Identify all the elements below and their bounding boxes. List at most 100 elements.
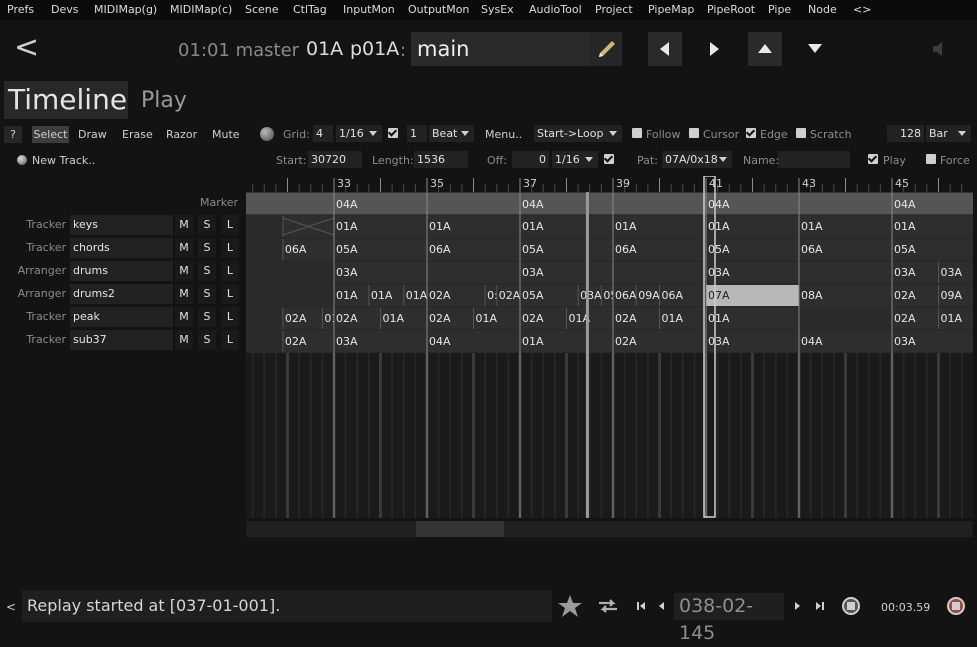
length-field[interactable]: 1536 [414, 151, 468, 168]
triangle-down-icon [808, 44, 822, 53]
track-name[interactable]: drums2 [70, 284, 173, 304]
menu-item-pipemap[interactable]: PipeMap [648, 3, 694, 16]
menu-item-ctltag[interactable]: CtlTag [293, 3, 327, 16]
beat-num-field[interactable]: 1 [407, 125, 427, 142]
track-name[interactable]: keys [70, 215, 173, 235]
stop-button-icon[interactable] [841, 596, 861, 619]
mute-button[interactable]: M [175, 307, 193, 327]
mute-button[interactable]: M [175, 215, 193, 235]
tab-timeline[interactable]: Timeline [4, 81, 128, 119]
playhead[interactable] [585, 192, 589, 518]
speaker-icon[interactable] [930, 40, 948, 61]
solo-button[interactable]: S [198, 261, 216, 281]
back-button[interactable]: < [14, 33, 39, 63]
solo-button[interactable]: S [198, 307, 216, 327]
menu-item-outputmon[interactable]: OutputMon [408, 3, 469, 16]
menu-item-midimap-g[interactable]: MIDIMap(g) [94, 3, 157, 16]
menu-item-scene[interactable]: Scene [245, 3, 279, 16]
off-label: Off: [487, 154, 507, 167]
record-button-icon[interactable] [946, 596, 966, 619]
menu-item-piperoot[interactable]: PipeRoot [707, 3, 755, 16]
star-icon[interactable] [557, 594, 583, 621]
play-checkbox[interactable] [868, 154, 878, 164]
menu-item-audiotool[interactable]: AudioTool [529, 3, 582, 16]
ruler-label: 33 [337, 177, 351, 190]
lock-button[interactable]: L [221, 307, 239, 327]
new-track-icon[interactable] [17, 155, 27, 165]
skip-start-icon[interactable] [636, 601, 646, 614]
tool-mute[interactable]: Mute [212, 128, 240, 141]
scratch-checkbox[interactable] [796, 128, 806, 138]
timeline-grid[interactable]: 33 35 37 39 41 43 4504A 04A 04A 04A01A 01A 01A 01A 01… [246, 176, 973, 518]
menu-item-prefs[interactable]: Prefs [7, 3, 34, 16]
step-back-icon[interactable] [657, 601, 665, 614]
grid-div-value: 1/16 [339, 127, 364, 140]
prev-button[interactable] [648, 32, 682, 66]
track-name[interactable]: sub37 [70, 330, 173, 350]
clip-label: 03A [336, 266, 358, 279]
step-forward-icon[interactable] [794, 601, 802, 614]
lock-button[interactable]: L [221, 284, 239, 304]
off-checkbox[interactable] [604, 154, 614, 164]
lock-button[interactable]: L [221, 261, 239, 281]
sequence-name-field[interactable]: main [411, 32, 590, 66]
zoom-field[interactable]: 128 [887, 125, 924, 142]
mute-button[interactable]: M [175, 238, 193, 258]
tab-play[interactable]: Play [141, 88, 187, 113]
tool-draw[interactable]: Draw [78, 128, 107, 141]
menu-item-inputmon[interactable]: InputMon [343, 3, 395, 16]
off-field[interactable]: 0 [512, 151, 549, 168]
follow-checkbox[interactable] [632, 128, 642, 138]
solo-button[interactable]: S [198, 215, 216, 235]
menu-item-pipe[interactable]: Pipe [768, 3, 791, 16]
mute-button[interactable]: M [175, 284, 193, 304]
tool-select[interactable]: Select [32, 126, 69, 143]
menu-item-sysex[interactable]: SysEx [481, 3, 514, 16]
track-name[interactable]: drums [70, 261, 173, 281]
grid-checkbox[interactable] [388, 128, 398, 138]
menu-item-project[interactable]: Project [595, 3, 633, 16]
down-button[interactable] [798, 32, 832, 66]
menu-item-midimap-c[interactable]: MIDIMap(c) [170, 3, 232, 16]
ruler[interactable] [246, 176, 973, 192]
next-button[interactable] [698, 32, 732, 66]
follow-label: Follow [646, 128, 681, 141]
solo-button[interactable]: S [198, 330, 216, 350]
skip-end-icon[interactable] [815, 601, 825, 614]
force-checkbox[interactable] [926, 154, 936, 164]
track-name[interactable]: chords [70, 238, 173, 258]
new-track-button[interactable]: New Track.. [32, 154, 95, 167]
up-button[interactable] [748, 32, 782, 66]
help-button[interactable]: ? [4, 126, 22, 143]
mute-button[interactable]: M [175, 330, 193, 350]
tool-erase[interactable]: Erase [122, 128, 153, 141]
pattern-label[interactable]: 01A [306, 38, 343, 60]
track-name[interactable]: peak [70, 307, 173, 327]
track-name-field[interactable] [778, 151, 850, 168]
song-position-field[interactable]: 038-02-145 [674, 593, 784, 644]
clip-label: 01A [522, 335, 544, 348]
status-expand-button[interactable]: < [6, 600, 16, 614]
edge-checkbox[interactable] [746, 128, 756, 138]
grid-num-field[interactable]: 4 [313, 125, 333, 142]
repeat-icon[interactable] [597, 596, 619, 619]
lock-button[interactable]: L [221, 215, 239, 235]
horizontal-scrollbar[interactable] [246, 521, 973, 537]
cursor-checkbox[interactable] [689, 128, 699, 138]
solo-button[interactable]: S [198, 284, 216, 304]
menu-item-[interactable]: <> [853, 3, 871, 16]
lock-button[interactable]: L [221, 330, 239, 350]
menu-item-node[interactable]: Node [808, 3, 837, 16]
lock-button[interactable]: L [221, 238, 239, 258]
menu-button[interactable]: Menu.. [485, 128, 522, 141]
tool-razor[interactable]: Razor [166, 128, 197, 141]
clip-label: 01A [894, 220, 916, 233]
color-ball-icon[interactable] [260, 127, 274, 141]
solo-button[interactable]: S [198, 238, 216, 258]
program-label[interactable]: p01A [350, 38, 399, 60]
scrollbar-thumb[interactable] [416, 521, 504, 537]
mute-button[interactable]: M [175, 261, 193, 281]
menu-item-devs[interactable]: Devs [51, 3, 78, 16]
start-field[interactable]: 30720 [308, 151, 362, 168]
edit-name-button[interactable] [590, 32, 622, 66]
